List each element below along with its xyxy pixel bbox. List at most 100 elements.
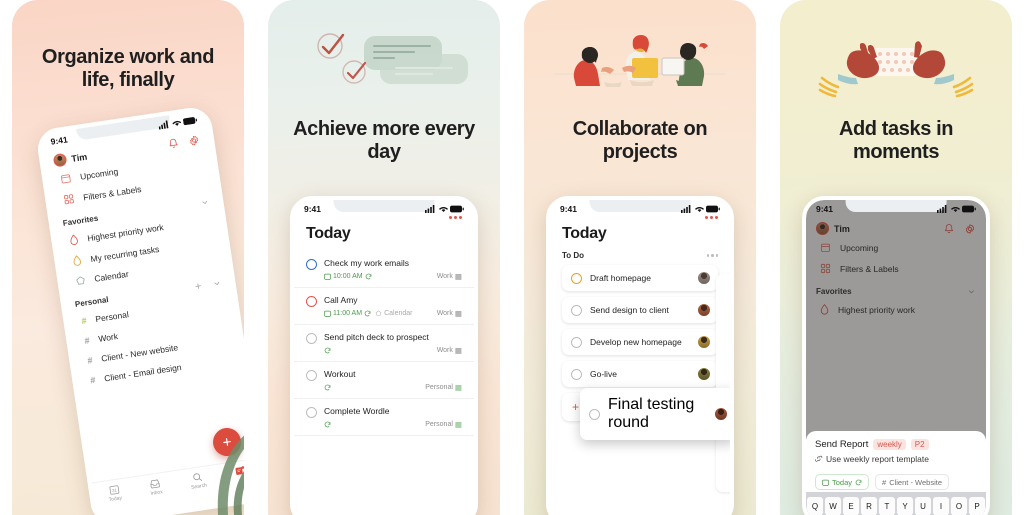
due-date-chip[interactable]: Today xyxy=(815,474,870,490)
key-t[interactable]: T xyxy=(879,497,895,515)
status-bar: 9:41 xyxy=(550,202,730,216)
wifi-icon xyxy=(694,207,704,212)
inbox-icon xyxy=(150,479,161,489)
status-icons xyxy=(681,205,720,213)
key-p[interactable]: P xyxy=(969,497,985,515)
checkmarks-and-notes-illustration xyxy=(317,33,468,84)
grid-icon xyxy=(63,194,74,205)
task-checkbox[interactable] xyxy=(306,370,317,382)
board-card[interactable]: Develop new homepage xyxy=(562,329,718,355)
two-hands-typing-illustration xyxy=(818,41,974,98)
plus-icon[interactable] xyxy=(193,281,203,291)
user-name: Tim xyxy=(70,151,88,164)
panel-add-tasks: Add tasks in moments 9:41 Tim Upcoming F… xyxy=(768,0,1024,515)
overflow-dots-icon[interactable] xyxy=(706,254,718,257)
tab-inbox[interactable]: Inbox xyxy=(148,477,163,497)
gear-icon[interactable] xyxy=(187,133,201,147)
board-card[interactable]: Draft homepage xyxy=(562,265,718,291)
task-title-input[interactable]: Send Report xyxy=(815,439,868,450)
wifi-icon xyxy=(171,120,181,126)
chevron-down-icon[interactable] xyxy=(212,278,222,288)
status-bar: 9:41 xyxy=(294,202,474,216)
recurring-icon xyxy=(364,310,371,317)
assignee-avatar xyxy=(698,304,710,316)
phone-mockup-today-list: 9:41 Today Check my work emails 10:00 AM… xyxy=(290,196,478,515)
task-checkbox[interactable] xyxy=(306,296,317,308)
hash-icon: # xyxy=(89,374,97,386)
label-chip-weekly[interactable]: weekly xyxy=(873,439,906,450)
board-card[interactable]: Go-live xyxy=(562,361,718,387)
sidebar-item-label: Calendar xyxy=(93,268,130,284)
recurring-icon xyxy=(324,421,331,428)
assignee-avatar xyxy=(698,336,710,348)
task-checkbox[interactable] xyxy=(571,337,582,348)
project-marker-icon: ▦ xyxy=(454,272,462,282)
battery-icon xyxy=(706,205,720,213)
key-q[interactable]: Q xyxy=(807,497,823,515)
task-checkbox[interactable] xyxy=(306,259,317,270)
project-chip[interactable]: # Client - Website xyxy=(875,474,949,490)
calendar-icon xyxy=(61,174,71,184)
page-title: Add tasks in moments xyxy=(838,118,954,164)
chevron-down-icon[interactable] xyxy=(200,197,210,207)
page-heading: Today xyxy=(562,225,607,242)
board-card[interactable]: Send design to client xyxy=(562,297,718,323)
task-row[interactable]: Send pitch deck to prospect Work ▦ xyxy=(294,325,474,363)
key-w[interactable]: W xyxy=(825,497,841,515)
tab-today[interactable]: 31 Today xyxy=(107,483,122,503)
tab-label: Inbox xyxy=(150,489,164,497)
key-y[interactable]: Y xyxy=(897,497,913,515)
bell-icon[interactable] xyxy=(166,136,180,150)
quick-add-description[interactable]: Use weekly report template xyxy=(815,454,977,464)
task-title: Workout xyxy=(324,369,356,380)
card-title: Draft homepage xyxy=(590,273,651,283)
task-checkbox[interactable] xyxy=(571,273,582,284)
signal-icon xyxy=(158,120,169,130)
key-u[interactable]: U xyxy=(915,497,931,515)
task-checkbox[interactable] xyxy=(306,407,317,419)
task-row[interactable]: Complete Wordle Personal ▦ xyxy=(294,399,474,437)
phone-mockup-board: 9:41 Today To Do Draft homepage Send des… xyxy=(546,196,734,515)
recurring-icon xyxy=(365,273,371,280)
leaf-decoration xyxy=(217,435,244,515)
key-o[interactable]: O xyxy=(951,497,967,515)
key-i[interactable]: I xyxy=(933,497,949,515)
project-marker-icon: ▦ xyxy=(454,420,462,430)
board-section-header: To Do xyxy=(550,251,730,265)
status-time: 9:41 xyxy=(49,134,69,147)
quick-add-title-row[interactable]: Send Report weekly P2 xyxy=(815,439,977,450)
app-store-screenshot-strip: Organize work and life, finally 9:41 Tim… xyxy=(0,0,1024,515)
calendar-icon xyxy=(324,310,331,317)
task-row[interactable]: Call Amy 11:00 AM Calendar Work ▦ xyxy=(294,288,474,326)
status-icons xyxy=(937,205,976,213)
wifi-icon xyxy=(438,207,448,212)
card-title: Go-live xyxy=(590,369,617,379)
task-project: Work ▦ xyxy=(436,346,462,356)
drop-icon xyxy=(73,255,81,266)
task-checkbox[interactable] xyxy=(306,333,317,345)
calendar-icon xyxy=(822,479,829,486)
key-r[interactable]: R xyxy=(861,497,877,515)
key-e[interactable]: E xyxy=(843,497,859,515)
avatar xyxy=(52,152,68,168)
task-row[interactable]: Workout Personal ▦ xyxy=(294,362,474,400)
priority-chip-p2[interactable]: P2 xyxy=(910,439,929,450)
board-next-column xyxy=(716,274,730,492)
card-title: Develop new homepage xyxy=(590,337,682,347)
battery-icon xyxy=(962,205,976,213)
task-title: Complete Wordle xyxy=(324,406,390,417)
task-recurring xyxy=(324,421,331,428)
task-checkbox[interactable] xyxy=(571,305,582,316)
status-icons xyxy=(158,116,198,130)
sidebar-item-label: Work xyxy=(97,331,119,344)
panel-collaborate: Collaborate on projects 9:41 Today To Do… xyxy=(512,0,768,515)
task-checkbox[interactable] xyxy=(589,409,600,420)
dragging-board-card[interactable]: Final testing round xyxy=(580,388,730,440)
task-checkbox[interactable] xyxy=(571,369,582,380)
task-row[interactable]: Check my work emails 10:00 AM Work ▦ xyxy=(294,251,474,289)
quick-add-chips: Today # Client - Website xyxy=(815,474,977,490)
link-icon xyxy=(815,455,823,462)
recurring-icon xyxy=(855,479,862,485)
sidebar-item-label: Upcoming xyxy=(79,165,119,182)
task-title: Check my work emails xyxy=(324,258,410,268)
